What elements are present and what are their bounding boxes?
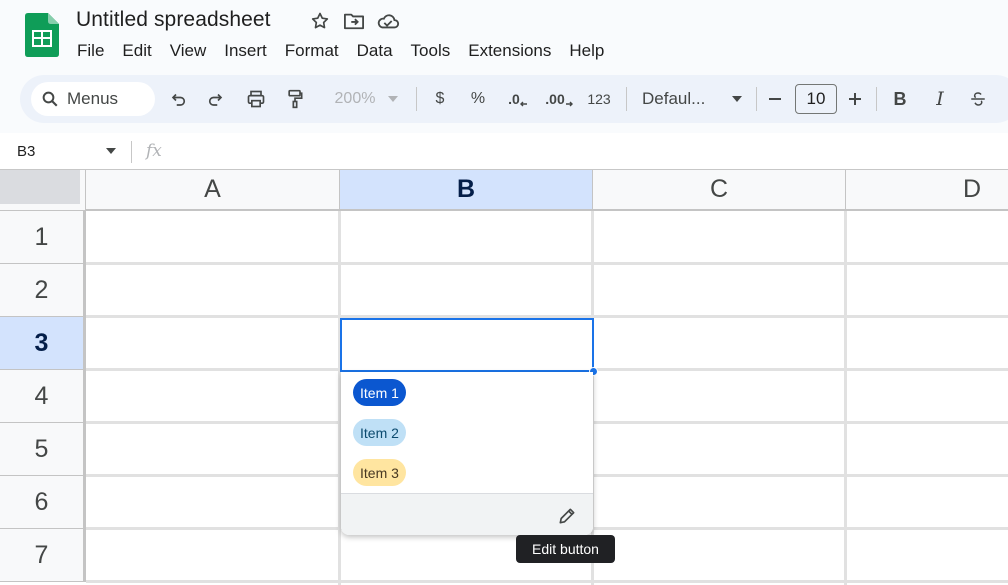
toolbar-divider	[876, 87, 877, 111]
decrease-decimal-label: .0	[508, 91, 520, 107]
decrease-font-size-icon[interactable]	[764, 87, 786, 111]
edit-pencil-icon[interactable]	[555, 504, 579, 528]
menu-format[interactable]: Format	[276, 39, 348, 63]
increase-font-size-icon[interactable]	[844, 87, 866, 111]
paint-format-icon[interactable]	[284, 87, 306, 111]
dropdown-option-item-1[interactable]: Item 1	[353, 379, 406, 406]
print-icon[interactable]	[244, 87, 268, 111]
search-icon	[42, 91, 58, 107]
strikethrough-icon[interactable]	[966, 87, 990, 111]
menu-help[interactable]: Help	[560, 39, 613, 63]
italic-button[interactable]: I	[928, 87, 952, 111]
sheets-logo-icon[interactable]	[25, 13, 59, 57]
more-formats-button[interactable]: 123	[584, 87, 614, 111]
active-cell-b3[interactable]	[340, 318, 594, 372]
row-header-6[interactable]: 6	[0, 476, 86, 529]
formula-bar-divider	[131, 141, 132, 163]
font-family-select[interactable]: Defaul...	[642, 87, 742, 111]
menus-search-label: Menus	[67, 89, 119, 108]
fx-icon: fx	[146, 141, 162, 161]
font-family-value: Defaul...	[642, 89, 706, 108]
menu-view[interactable]: View	[161, 39, 216, 63]
toolbar: Menus 200% $ % .0 .00 123 Defaul... 10 B…	[20, 75, 1008, 123]
undo-icon[interactable]	[168, 87, 190, 111]
column-header-d[interactable]: D	[846, 170, 1008, 211]
decrease-decimal-button[interactable]: .0	[504, 87, 532, 111]
dropdown-chip-menu: Item 1 Item 2 Item 3	[341, 372, 593, 535]
row-gridline	[86, 580, 1008, 583]
move-folder-icon[interactable]	[342, 9, 366, 33]
row-gridline	[86, 262, 1008, 265]
column-header-b[interactable]: B	[340, 170, 593, 211]
menu-bar: File Edit View Insert Format Data Tools …	[68, 39, 613, 63]
row-header-7[interactable]: 7	[0, 529, 86, 582]
cloud-status-icon[interactable]	[376, 9, 400, 33]
menu-file[interactable]: File	[68, 39, 113, 63]
title-actions	[308, 9, 400, 33]
dropdown-footer	[341, 493, 593, 535]
chevron-down-icon	[732, 96, 742, 102]
percent-format-button[interactable]: %	[466, 87, 490, 111]
edit-button-tooltip: Edit button	[516, 535, 615, 563]
redo-icon[interactable]	[204, 87, 226, 111]
currency-format-button[interactable]: $	[428, 87, 452, 111]
zoom-select[interactable]: 200%	[326, 87, 384, 111]
zoom-value: 200%	[334, 90, 376, 107]
menu-data[interactable]: Data	[348, 39, 402, 63]
spreadsheet-window: Untitled spreadsheet File Edit View Inse…	[0, 0, 1008, 585]
name-box[interactable]: B3	[17, 143, 35, 160]
arrow-right-icon	[565, 101, 573, 107]
document-title[interactable]: Untitled spreadsheet	[76, 8, 271, 32]
menu-extensions[interactable]: Extensions	[459, 39, 560, 63]
zoom-chevron-down-icon[interactable]	[386, 87, 400, 111]
row-header-4[interactable]: 4	[0, 370, 86, 423]
column-gridline	[844, 211, 847, 585]
toolbar-divider	[756, 87, 757, 111]
menu-edit[interactable]: Edit	[113, 39, 160, 63]
dropdown-option-item-3[interactable]: Item 3	[353, 459, 406, 486]
column-header-a[interactable]: A	[86, 170, 340, 211]
select-all-corner[interactable]	[0, 170, 86, 211]
toolbar-divider	[626, 87, 627, 111]
font-size-input[interactable]: 10	[795, 84, 837, 114]
column-header-c[interactable]: C	[593, 170, 846, 211]
name-box-chevron-down-icon[interactable]	[106, 148, 116, 154]
menu-insert[interactable]: Insert	[215, 39, 276, 63]
arrow-left-icon	[519, 101, 527, 107]
increase-decimal-button[interactable]: .00	[544, 87, 574, 111]
formula-bar: B3 fx	[0, 133, 1008, 170]
star-icon[interactable]	[308, 9, 332, 33]
row-header-3[interactable]: 3	[0, 317, 86, 370]
row-header-1[interactable]: 1	[0, 211, 86, 264]
dropdown-option-item-2[interactable]: Item 2	[353, 419, 406, 446]
row-header-2[interactable]: 2	[0, 264, 86, 317]
increase-decimal-label: .00	[545, 91, 565, 107]
menus-search-button[interactable]: Menus	[31, 82, 155, 116]
toolbar-divider	[416, 87, 417, 111]
corner-shade	[0, 170, 80, 204]
bold-button[interactable]: B	[888, 87, 912, 111]
row-header-5[interactable]: 5	[0, 423, 86, 476]
menu-tools[interactable]: Tools	[402, 39, 460, 63]
